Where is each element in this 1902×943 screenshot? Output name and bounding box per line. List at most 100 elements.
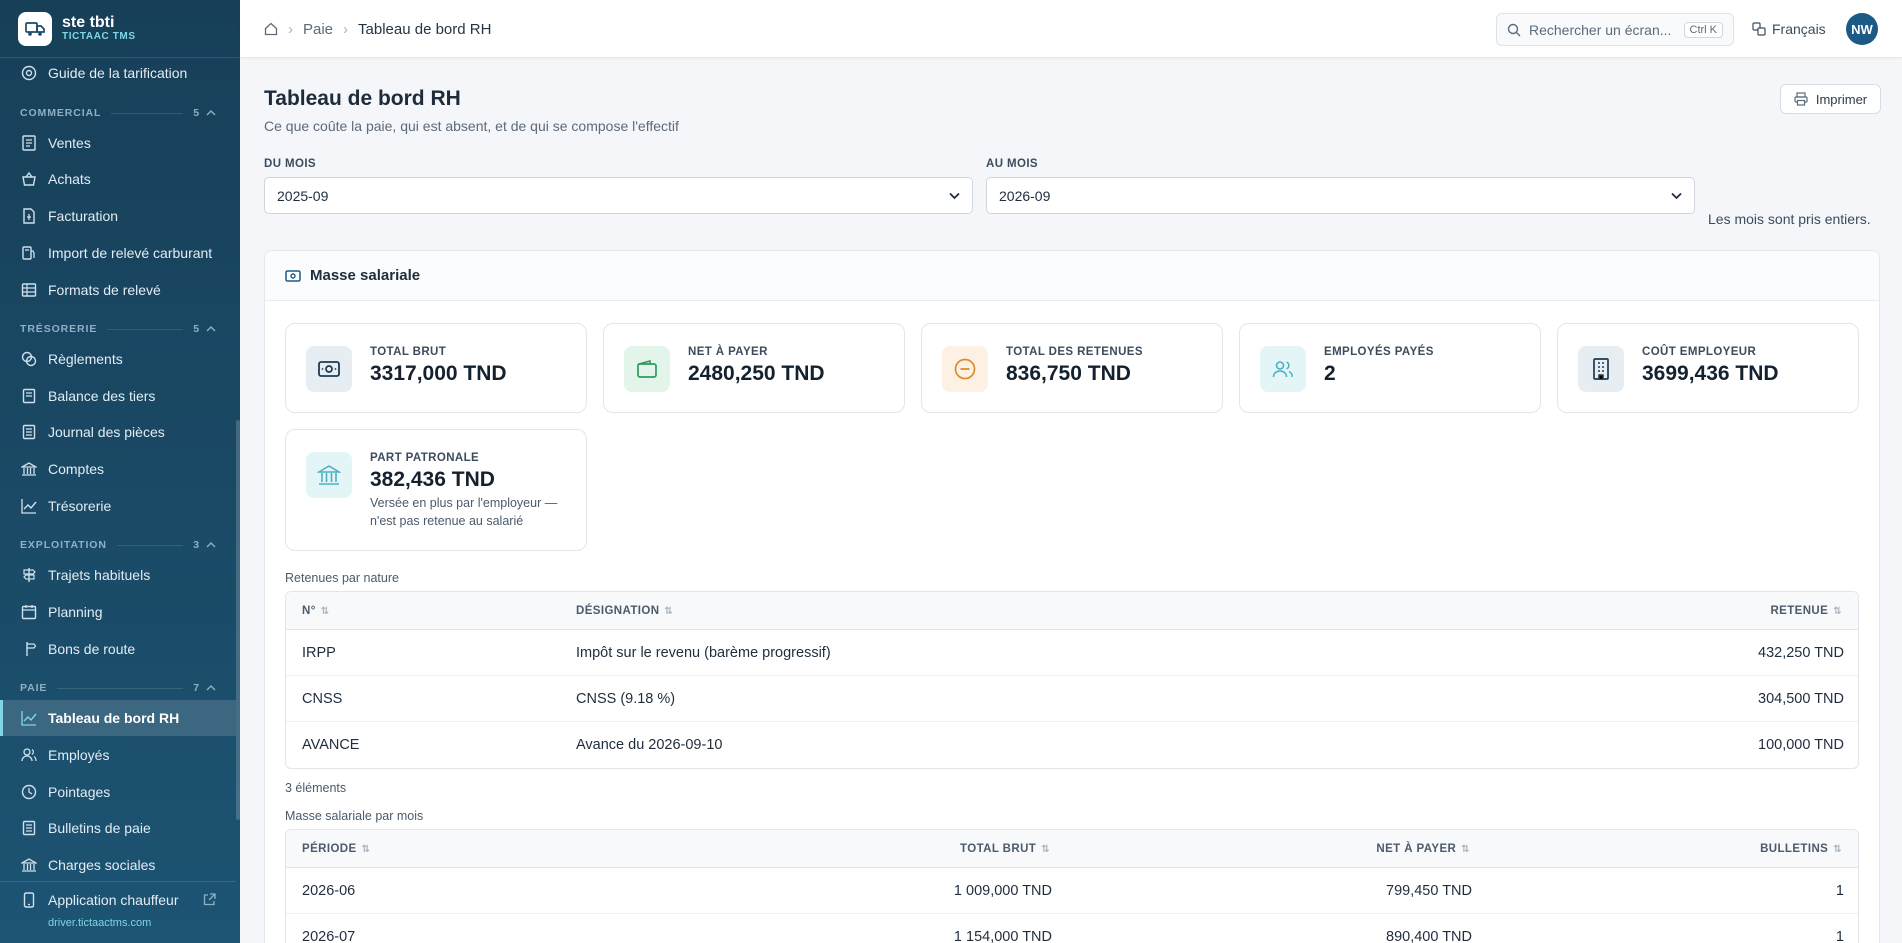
chevron-up-icon: [206, 685, 216, 691]
column-header-bulletins[interactable]: BULLETINS ⇅: [1760, 830, 1842, 868]
basket-icon: [20, 170, 38, 188]
column-header-periode[interactable]: PÉRIODE ⇅: [302, 830, 370, 868]
chevron-right-icon: ›: [288, 20, 293, 38]
sidebar-item-label: Comptes: [48, 461, 105, 477]
from-month-select[interactable]: 2025-09: [264, 177, 973, 214]
life-buoy-icon: [20, 64, 38, 82]
section-title: PAIE: [20, 682, 48, 694]
sidebar-item-employes[interactable]: Employés: [0, 737, 236, 773]
page-title: Tableau de bord RH: [264, 87, 461, 110]
kpi-value: 2: [1324, 362, 1336, 385]
cell-amount: 432,250 TND: [1758, 645, 1844, 661]
sort-icon: ⇅: [1833, 605, 1842, 617]
sidebar-item-bons-route[interactable]: Bons de route: [0, 631, 236, 667]
sidebar-item-ventes[interactable]: Ventes: [0, 125, 236, 161]
table-row[interactable]: AVANCE Avance du 2026-09-10 100,000 TND: [286, 722, 1858, 768]
avatar[interactable]: NW: [1846, 13, 1878, 45]
column-header-total-brut[interactable]: TOTAL BRUT ⇅: [960, 830, 1050, 868]
print-button[interactable]: Imprimer: [1780, 84, 1881, 114]
table-header: [286, 830, 1858, 868]
coins-icon: [20, 350, 38, 368]
search-input[interactable]: Rechercher un écran... Ctrl K: [1496, 13, 1734, 46]
sidebar-item-reglements[interactable]: Règlements: [0, 341, 236, 377]
sidebar-item-tresorerie[interactable]: Trésorerie: [0, 488, 236, 524]
section-paie[interactable]: PAIE 7: [20, 681, 216, 695]
home-icon[interactable]: [264, 22, 278, 36]
kpi-card-part-patronale: PART PATRONALE 382,436 TND Versée en plu…: [285, 429, 587, 551]
sidebar-item-application-chauffeur[interactable]: Application chauffeur: [0, 881, 236, 917]
sidebar-item-balance-tiers[interactable]: Balance des tiers: [0, 378, 236, 414]
sidebar-item-label: Charges sociales: [48, 857, 156, 873]
brand-subtitle: TICTAAC TMS: [62, 31, 136, 42]
sidebar-item-label: Règlements: [48, 351, 123, 367]
kpi-label: NET À PAYER: [688, 346, 768, 358]
column-header-designation[interactable]: DÉSIGNATION ⇅: [576, 592, 673, 630]
kpi-label: COÛT EMPLOYEUR: [1642, 346, 1757, 358]
kpi-label: TOTAL DES RETENUES: [1006, 346, 1143, 358]
sidebar-item-journal-pieces[interactable]: Journal des pièces: [0, 414, 236, 450]
sidebar-item-import-releve[interactable]: Import de relevé carburant: [0, 235, 236, 271]
breadcrumb-paie[interactable]: Paie: [303, 21, 333, 38]
sidebar-item-label: Application chauffeur: [48, 891, 179, 908]
chevron-up-icon: [206, 542, 216, 548]
section-title: COMMERCIAL: [20, 107, 102, 119]
sidebar-item-planning[interactable]: Planning: [0, 594, 236, 630]
sidebar-item-label: Trésorerie: [48, 498, 112, 514]
topbar: › Paie › Tableau de bord RH Rechercher u…: [240, 0, 1902, 58]
chevron-down-icon: [1671, 192, 1682, 200]
sidebar-item-charges-sociales[interactable]: Charges sociales: [0, 847, 236, 883]
kpi-note: Versée en plus par l'employeur — n'est p…: [370, 496, 558, 528]
section-commercial[interactable]: COMMERCIAL 5: [20, 106, 216, 120]
kpi-card-total-brut: TOTAL BRUT 3317,000 TND: [285, 323, 587, 413]
sidebar-item-formats-releve[interactable]: Formats de relevé: [0, 272, 236, 308]
brand[interactable]: ste tbti TICTAAC TMS: [0, 0, 240, 58]
sidebar-item-facturation[interactable]: Facturation: [0, 198, 236, 234]
sidebar-item-pointages[interactable]: Pointages: [0, 774, 236, 810]
section-tresorerie[interactable]: TRÉSORERIE 5: [20, 322, 216, 336]
to-month-label: AU MOIS: [986, 158, 1038, 170]
table-row[interactable]: 2026-06 1 009,000 TND 799,450 TND 1: [286, 868, 1858, 914]
smartphone-icon: [20, 891, 38, 909]
masse-salariale-panel: Masse salariale TOTAL BRUT 3317,000 TND …: [264, 250, 1880, 943]
sidebar-item-label: Import de relevé carburant: [48, 245, 213, 261]
sort-icon: ⇅: [1833, 843, 1842, 855]
cell-total-brut: 1 009,000 TND: [953, 883, 1052, 899]
table-row[interactable]: IRPP Impôt sur le revenu (barème progres…: [286, 630, 1858, 676]
kpi-label: PART PATRONALE: [370, 452, 480, 464]
sidebar-item-label: Trajets habituels: [48, 567, 151, 583]
sidebar-item-label: Pointages: [48, 784, 111, 800]
sidebar-item-comptes[interactable]: Comptes: [0, 451, 236, 487]
mensuel-caption: Masse salariale par mois: [285, 809, 424, 823]
invoice-icon: [20, 207, 38, 225]
kpi-value: 2480,250 TND: [688, 362, 825, 385]
retenues-caption: Retenues par nature: [285, 571, 399, 585]
print-label: Imprimer: [1815, 91, 1868, 107]
sidebar-item-trajets-habituels[interactable]: Trajets habituels: [0, 557, 236, 593]
bank-icon: [20, 460, 38, 478]
sidebar-item-label: Facturation: [48, 208, 119, 224]
trend-chart-icon: [20, 497, 38, 515]
retenues-count: 3 éléments: [285, 781, 347, 795]
language-selector[interactable]: Français: [1752, 0, 1826, 58]
sidebar-item-tableau-bord-rh[interactable]: Tableau de bord RH: [0, 700, 236, 736]
chevron-right-icon: ›: [343, 20, 349, 38]
brand-name: ste tbti: [62, 14, 115, 31]
table-row[interactable]: CNSS CNSS (9.18 %) 304,500 TND: [286, 676, 1858, 722]
column-header-net-a-payer[interactable]: NET À PAYER ⇅: [1376, 830, 1470, 868]
sidebar-item-bulletins-paie[interactable]: Bulletins de paie: [0, 810, 236, 846]
table-row[interactable]: 2026-07 1 154,000 TND 890,400 TND 1: [286, 914, 1858, 943]
to-month-select[interactable]: 2026-09: [986, 177, 1695, 214]
sort-icon: ⇅: [1041, 843, 1050, 855]
sidebar-item-guide-tarification[interactable]: Guide de la tarification: [0, 55, 236, 91]
section-exploitation[interactable]: EXPLOITATION 3: [20, 538, 216, 552]
sort-icon: ⇅: [664, 605, 674, 617]
cell-net-a-payer: 890,400 TND: [1386, 929, 1472, 943]
column-header-numero[interactable]: N° ⇅: [302, 592, 330, 630]
minus-circle-icon: [942, 346, 988, 392]
column-header-retenue[interactable]: RETENUE ⇅: [1770, 592, 1842, 630]
cell-period: 2026-07: [302, 929, 356, 943]
kpi-value: 3699,436 TND: [1642, 362, 1779, 385]
sidebar-item-achats[interactable]: Achats: [0, 161, 236, 197]
external-link-icon: [203, 893, 216, 906]
driver-app-url[interactable]: driver.tictaactms.com: [48, 917, 151, 929]
